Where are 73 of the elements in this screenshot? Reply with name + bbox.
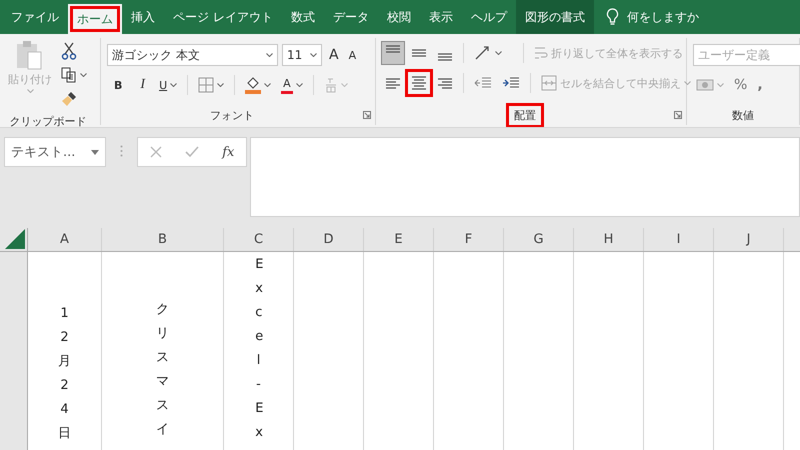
ribbon-tab[interactable]: ファイル xyxy=(2,0,68,34)
comma-button[interactable]: , xyxy=(754,74,766,96)
money-icon xyxy=(696,77,714,93)
caret-icon[interactable] xyxy=(310,53,317,57)
ribbon-tab[interactable]: ヘルプ xyxy=(462,0,516,34)
ribbon-tab[interactable]: 図形の書式 xyxy=(516,0,594,34)
column-header: C xyxy=(224,228,294,251)
group-label: クリップボード xyxy=(8,114,88,127)
align-icon xyxy=(438,78,452,88)
percent-button[interactable]: % xyxy=(731,74,750,96)
ribbon-tab[interactable]: 校閲 xyxy=(378,0,420,34)
wrap-icon xyxy=(534,45,548,61)
lightbulb-icon[interactable] xyxy=(606,8,619,26)
ribbon-tab[interactable]: 数式 xyxy=(282,0,324,34)
column-header: A xyxy=(28,228,102,251)
align-icon xyxy=(438,53,452,61)
grip-icon[interactable] xyxy=(120,145,123,157)
ribbon-tab[interactable]: ページ レイアウト xyxy=(164,0,282,34)
caret-icon[interactable] xyxy=(80,73,87,77)
paint-bucket-icon xyxy=(245,76,262,94)
formula-input[interactable] xyxy=(250,137,800,217)
column-header: J xyxy=(714,228,784,251)
cell-text: クリスマスイ xyxy=(156,301,169,439)
check-icon xyxy=(184,146,199,158)
caret-icon[interactable] xyxy=(266,53,273,57)
bold-button[interactable]: B xyxy=(107,74,130,96)
caret-icon[interactable] xyxy=(217,83,224,87)
merge-icon xyxy=(541,75,557,91)
column-header: F xyxy=(434,228,504,251)
caret-icon[interactable] xyxy=(495,51,502,55)
column-header: B xyxy=(102,228,224,251)
group-label: 配置 xyxy=(509,106,541,124)
group-label: 数値 xyxy=(731,108,755,124)
group-label: フォント xyxy=(209,108,255,124)
name-box[interactable]: テキスト... xyxy=(4,137,106,167)
ribbon-tab[interactable]: 挿入 xyxy=(122,0,164,34)
top-align-button[interactable] xyxy=(382,42,404,64)
font-size-field[interactable]: 11 xyxy=(282,44,322,66)
column-header: I xyxy=(644,228,714,251)
column-header: H xyxy=(574,228,644,251)
ribbon-tab[interactable]: 表示 xyxy=(420,0,462,34)
grid-icon xyxy=(198,77,214,93)
scissors-icon xyxy=(61,42,77,60)
ribbon-tab[interactable]: データ xyxy=(324,0,378,34)
copy-icon xyxy=(61,67,77,83)
align-icon xyxy=(386,78,400,88)
ribbon-tab[interactable]: ホーム xyxy=(68,4,122,34)
column-header: D xyxy=(294,228,364,251)
italic-button[interactable]: I xyxy=(133,74,152,96)
tell-me-search[interactable]: 何をしますか xyxy=(626,8,699,26)
column-header: G xyxy=(504,228,574,251)
align-icon xyxy=(412,49,426,57)
decrease-font-size-button[interactable]: A xyxy=(346,44,360,66)
column-header: E xyxy=(364,228,434,251)
font-color-button[interactable]: A xyxy=(278,74,306,96)
caret-icon[interactable] xyxy=(91,150,99,154)
close-icon xyxy=(150,146,162,158)
cell-text: Excel-Ex xyxy=(255,256,262,442)
align-icon xyxy=(412,76,426,90)
phonetic-icon xyxy=(324,77,338,93)
caret-icon[interactable] xyxy=(296,83,303,87)
caret-icon[interactable] xyxy=(170,83,178,87)
cell-text: 12月24日 xyxy=(58,305,71,443)
caret-icon[interactable] xyxy=(264,83,272,87)
center-button[interactable] xyxy=(408,72,430,94)
dialog-launcher-icon[interactable] xyxy=(674,111,682,119)
align-icon xyxy=(386,45,400,53)
dialog-launcher-icon[interactable] xyxy=(363,111,371,119)
insert-function-button[interactable]: fx xyxy=(220,142,236,162)
increase-font-size-button[interactable]: A xyxy=(326,44,342,66)
underline-button[interactable]: U xyxy=(156,74,180,96)
brush-icon xyxy=(61,91,77,107)
font-name-field[interactable]: 游ゴシック 本文 xyxy=(107,44,278,66)
